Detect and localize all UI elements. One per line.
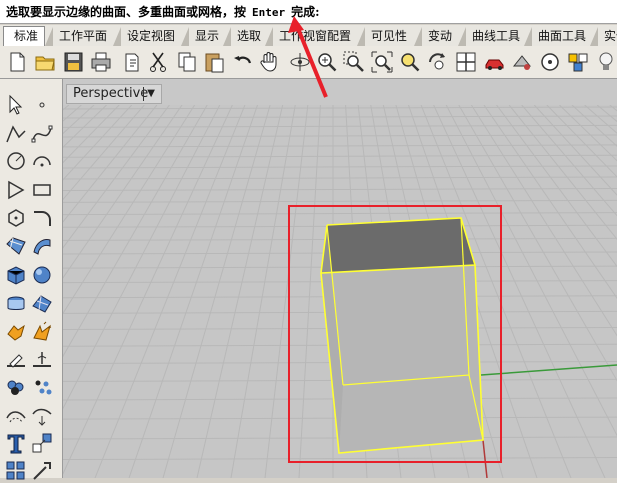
command-prompt-suffix: 完成: <box>291 5 320 19</box>
offset-icon[interactable] <box>4 404 28 428</box>
tab-standard[interactable]: 标准 <box>3 26 45 46</box>
arc-icon[interactable] <box>30 149 54 173</box>
scale-icon[interactable] <box>30 431 54 455</box>
paste-icon[interactable] <box>202 50 226 74</box>
import-icon[interactable] <box>120 50 144 74</box>
tab-transform[interactable]: 变动 <box>414 27 458 46</box>
mesh-icon[interactable] <box>30 292 54 316</box>
tab-display[interactable]: 显示 <box>181 27 223 46</box>
print-icon[interactable] <box>89 50 113 74</box>
command-prompt-text: 选取要显示边缘的曲面、多重曲面或网格，按 <box>6 5 247 19</box>
group-icon[interactable] <box>4 375 28 399</box>
selected-box[interactable] <box>320 217 484 454</box>
rotate-view-icon[interactable] <box>288 50 312 74</box>
left-tool-palette <box>0 79 63 480</box>
point-icon[interactable] <box>30 93 54 117</box>
zoom-in-icon[interactable] <box>315 50 339 74</box>
array-icon[interactable] <box>4 459 28 483</box>
cut-icon[interactable] <box>146 50 170 74</box>
tab-solid-tools[interactable]: 实体 <box>590 27 617 46</box>
new-file-icon[interactable] <box>5 50 29 74</box>
enter-key-label: Enter <box>252 6 286 19</box>
tab-select[interactable]: 选取 <box>223 27 265 46</box>
curve-icon[interactable] <box>30 122 54 146</box>
standard-toolbar <box>0 46 617 79</box>
explode-icon[interactable] <box>30 320 54 344</box>
polyline-icon[interactable] <box>4 122 28 146</box>
extrude-icon[interactable] <box>4 292 28 316</box>
zoom-extents-icon[interactable] <box>370 50 394 74</box>
polygon-icon[interactable] <box>4 178 28 202</box>
lightbulb-icon[interactable] <box>594 50 617 74</box>
zoom-window-icon[interactable] <box>342 50 366 74</box>
car-render-icon[interactable] <box>483 50 507 74</box>
viewport-title: Perspective <box>73 86 149 101</box>
tab-set-view[interactable]: 设定视图 <box>113 27 181 46</box>
sweep-surface-icon[interactable] <box>30 234 54 258</box>
tab-cplanes[interactable]: 工作平面 <box>45 27 113 46</box>
text-icon[interactable] <box>4 431 28 455</box>
trim-icon[interactable] <box>30 348 54 372</box>
perspective-scene[interactable] <box>63 105 617 478</box>
viewport-tab-divider <box>143 87 144 101</box>
copy-icon[interactable] <box>175 50 199 74</box>
polygon-star-icon[interactable] <box>4 206 28 230</box>
zoom-selected-icon[interactable] <box>398 50 422 74</box>
sphere-solid-icon[interactable] <box>30 263 54 287</box>
rectangle-icon[interactable] <box>30 178 54 202</box>
pan-hand-icon[interactable] <box>257 50 281 74</box>
dimension-icon[interactable] <box>30 404 54 428</box>
surface-patch-icon[interactable] <box>4 234 28 258</box>
point-cloud-icon[interactable] <box>30 375 54 399</box>
split-icon[interactable] <box>4 348 28 372</box>
select-arrow-icon[interactable] <box>4 93 28 117</box>
viewport-menu-caret[interactable]: ▼ <box>147 85 155 103</box>
circle-snap-icon[interactable] <box>538 50 562 74</box>
rotate-camera-icon[interactable] <box>426 50 450 74</box>
toolbar-tab-strip: 标准 工作平面 设定视图 显示 选取 工作视窗配置 可见性 变动 曲线工具 曲面… <box>0 25 617 47</box>
transform-icon[interactable] <box>30 459 54 483</box>
box-top-face <box>321 218 475 273</box>
command-prompt: 选取要显示边缘的曲面、多重曲面或网格，按 Enter 完成: <box>0 0 617 24</box>
open-folder-icon[interactable] <box>33 50 57 74</box>
tab-viewport-layout[interactable]: 工作视窗配置 <box>265 27 357 46</box>
fillet-curve-icon[interactable] <box>30 206 54 230</box>
tab-surface-tools[interactable]: 曲面工具 <box>524 27 590 46</box>
object-properties-icon[interactable] <box>566 50 590 74</box>
save-icon[interactable] <box>61 50 85 74</box>
tab-curve-tools[interactable]: 曲线工具 <box>458 27 524 46</box>
material-icon[interactable] <box>510 50 534 74</box>
tab-visibility[interactable]: 可见性 <box>357 27 414 46</box>
box-front-face <box>321 265 483 453</box>
circle-icon[interactable] <box>4 149 28 173</box>
box-solid-icon[interactable] <box>4 263 28 287</box>
boolean-icon[interactable] <box>4 320 28 344</box>
viewport-tab-perspective[interactable]: Perspective ▼ <box>66 84 162 104</box>
four-viewports-icon[interactable] <box>454 50 478 74</box>
undo-icon[interactable] <box>231 50 255 74</box>
